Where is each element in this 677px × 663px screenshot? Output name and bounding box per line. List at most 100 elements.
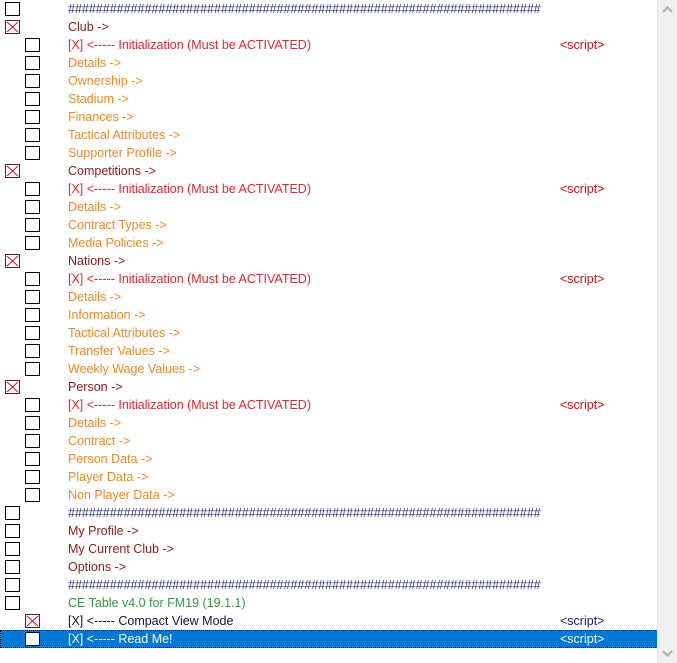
checkbox-unchecked[interactable] (25, 362, 40, 376)
checkbox-unchecked[interactable] (25, 398, 40, 412)
tree-row-selected[interactable]: [X] <----- Read Me! <script> (0, 630, 658, 648)
checkbox-unchecked[interactable] (25, 344, 40, 358)
tree-row-label: Stadium -> (68, 92, 129, 106)
checkbox-checked[interactable] (5, 20, 20, 34)
checkbox-unchecked[interactable] (25, 146, 40, 160)
tree-row[interactable]: [X] <----- Initialization (Must be ACTIV… (0, 396, 658, 414)
cheat-table-window: ########################################… (0, 0, 677, 663)
tree-row-label: [X] <----- Initialization (Must be ACTIV… (68, 38, 311, 52)
tree-row[interactable]: Options -> (0, 558, 658, 576)
tree-row[interactable]: Tactical Attributes -> (0, 324, 658, 342)
x-mark-icon (6, 165, 19, 177)
tree-row[interactable]: ########################################… (0, 0, 658, 18)
checkbox-unchecked[interactable] (5, 2, 20, 16)
tree-row[interactable]: Nations -> (0, 252, 658, 270)
checkbox-unchecked[interactable] (5, 524, 20, 538)
tree-row[interactable]: [X] <----- Initialization (Must be ACTIV… (0, 36, 658, 54)
tree-row[interactable]: Contract Types -> (0, 216, 658, 234)
tree-row-label: Competitions -> (68, 164, 156, 178)
tree-row[interactable]: Details -> (0, 198, 658, 216)
checkbox-unchecked[interactable] (25, 182, 40, 196)
checkbox-unchecked[interactable] (25, 326, 40, 340)
checkbox-unchecked[interactable] (25, 308, 40, 322)
checkbox-unchecked[interactable] (25, 110, 40, 124)
checkbox-unchecked[interactable] (5, 560, 20, 574)
vertical-scrollbar[interactable] (657, 0, 677, 663)
checkbox-unchecked[interactable] (5, 596, 20, 610)
checkbox-unchecked[interactable] (25, 452, 40, 466)
tree-row[interactable]: ########################################… (0, 576, 658, 594)
tree-row[interactable]: Person Data -> (0, 450, 658, 468)
tree-row-label: [X] <----- Initialization (Must be ACTIV… (68, 398, 311, 412)
checkbox-unchecked[interactable] (25, 434, 40, 448)
tree-row[interactable]: My Profile -> (0, 522, 658, 540)
checkbox-checked[interactable] (5, 254, 20, 268)
scrollbar-down-button[interactable] (658, 644, 677, 663)
scrollbar-up-button[interactable] (658, 0, 677, 19)
tree-row-label: Ownership -> (68, 74, 143, 88)
checkbox-unchecked[interactable] (25, 416, 40, 430)
checkbox-unchecked[interactable] (25, 128, 40, 142)
checkbox-unchecked[interactable] (25, 236, 40, 250)
tree-row[interactable]: [X] <----- Initialization (Must be ACTIV… (0, 180, 658, 198)
checkbox-unchecked[interactable] (25, 218, 40, 232)
tree-row[interactable]: Tactical Attributes -> (0, 126, 658, 144)
checkbox-unchecked[interactable] (25, 488, 40, 502)
tree-row-label: Details -> (68, 200, 122, 214)
checkbox-unchecked[interactable] (5, 506, 20, 520)
tree-row[interactable]: Information -> (0, 306, 658, 324)
checkbox-unchecked[interactable] (25, 470, 40, 484)
tree-row[interactable]: Details -> (0, 414, 658, 432)
tree-row-label: Details -> (68, 416, 122, 430)
tree-row[interactable]: Non Player Data -> (0, 486, 658, 504)
script-tree-list[interactable]: ########################################… (0, 0, 658, 663)
checkbox-unchecked[interactable] (25, 74, 40, 88)
tree-row[interactable]: Contract -> (0, 432, 658, 450)
checkbox-unchecked[interactable] (25, 38, 40, 52)
checkbox-checked[interactable] (5, 164, 20, 178)
chevron-up-icon (662, 6, 673, 13)
checkbox-unchecked[interactable] (5, 542, 20, 556)
checkbox-unchecked[interactable] (25, 632, 40, 646)
tree-row[interactable]: Player Data -> (0, 468, 658, 486)
checkbox-unchecked[interactable] (25, 92, 40, 106)
x-mark-icon (6, 21, 19, 33)
tree-row[interactable]: CE Table v4.0 for FM19 (19.1.1) (0, 594, 658, 612)
tree-row-label: Tactical Attributes -> (68, 128, 181, 142)
tree-row-label: Details -> (68, 290, 122, 304)
tree-row[interactable]: ########################################… (0, 504, 658, 522)
tree-row[interactable]: Stadium -> (0, 90, 658, 108)
checkbox-unchecked[interactable] (25, 290, 40, 304)
tree-row[interactable]: Supporter Profile -> (0, 144, 658, 162)
tree-row[interactable]: Ownership -> (0, 72, 658, 90)
tree-row[interactable]: Weekly Wage Values -> (0, 360, 658, 378)
tree-row[interactable]: Finances -> (0, 108, 658, 126)
tree-row[interactable]: [X] <----- Initialization (Must be ACTIV… (0, 270, 658, 288)
tree-row[interactable]: Competitions -> (0, 162, 658, 180)
checkbox-checked[interactable] (5, 380, 20, 394)
checkbox-unchecked[interactable] (25, 56, 40, 70)
tree-row-label: Tactical Attributes -> (68, 326, 181, 340)
script-type-label: <script> (560, 398, 605, 412)
tree-row-label: Contract -> (68, 434, 131, 448)
tree-row[interactable]: [X] <----- Compact View Mode <script> (0, 612, 658, 630)
tree-row[interactable]: Details -> (0, 288, 658, 306)
checkbox-unchecked[interactable] (5, 578, 20, 592)
checkbox-checked[interactable] (25, 614, 40, 628)
tree-row-label: Contract Types -> (68, 218, 167, 232)
checkbox-unchecked[interactable] (25, 200, 40, 214)
tree-row-label: Club -> (68, 20, 109, 34)
x-mark-icon (6, 255, 19, 267)
tree-row[interactable]: Person -> (0, 378, 658, 396)
tree-row[interactable]: Transfer Values -> (0, 342, 658, 360)
tree-row-label: Person -> (68, 380, 123, 394)
checkbox-unchecked[interactable] (25, 272, 40, 286)
script-type-label: <script> (560, 632, 605, 646)
tree-row[interactable]: Media Policies -> (0, 234, 658, 252)
tree-row-label: Nations -> (68, 254, 126, 268)
tree-row-label: [X] <----- Compact View Mode (68, 614, 234, 628)
tree-row[interactable]: Details -> (0, 54, 658, 72)
tree-row[interactable]: My Current Club -> (0, 540, 658, 558)
tree-row[interactable]: Club -> (0, 18, 658, 36)
tree-row-label: [X] <----- Initialization (Must be ACTIV… (68, 182, 311, 196)
